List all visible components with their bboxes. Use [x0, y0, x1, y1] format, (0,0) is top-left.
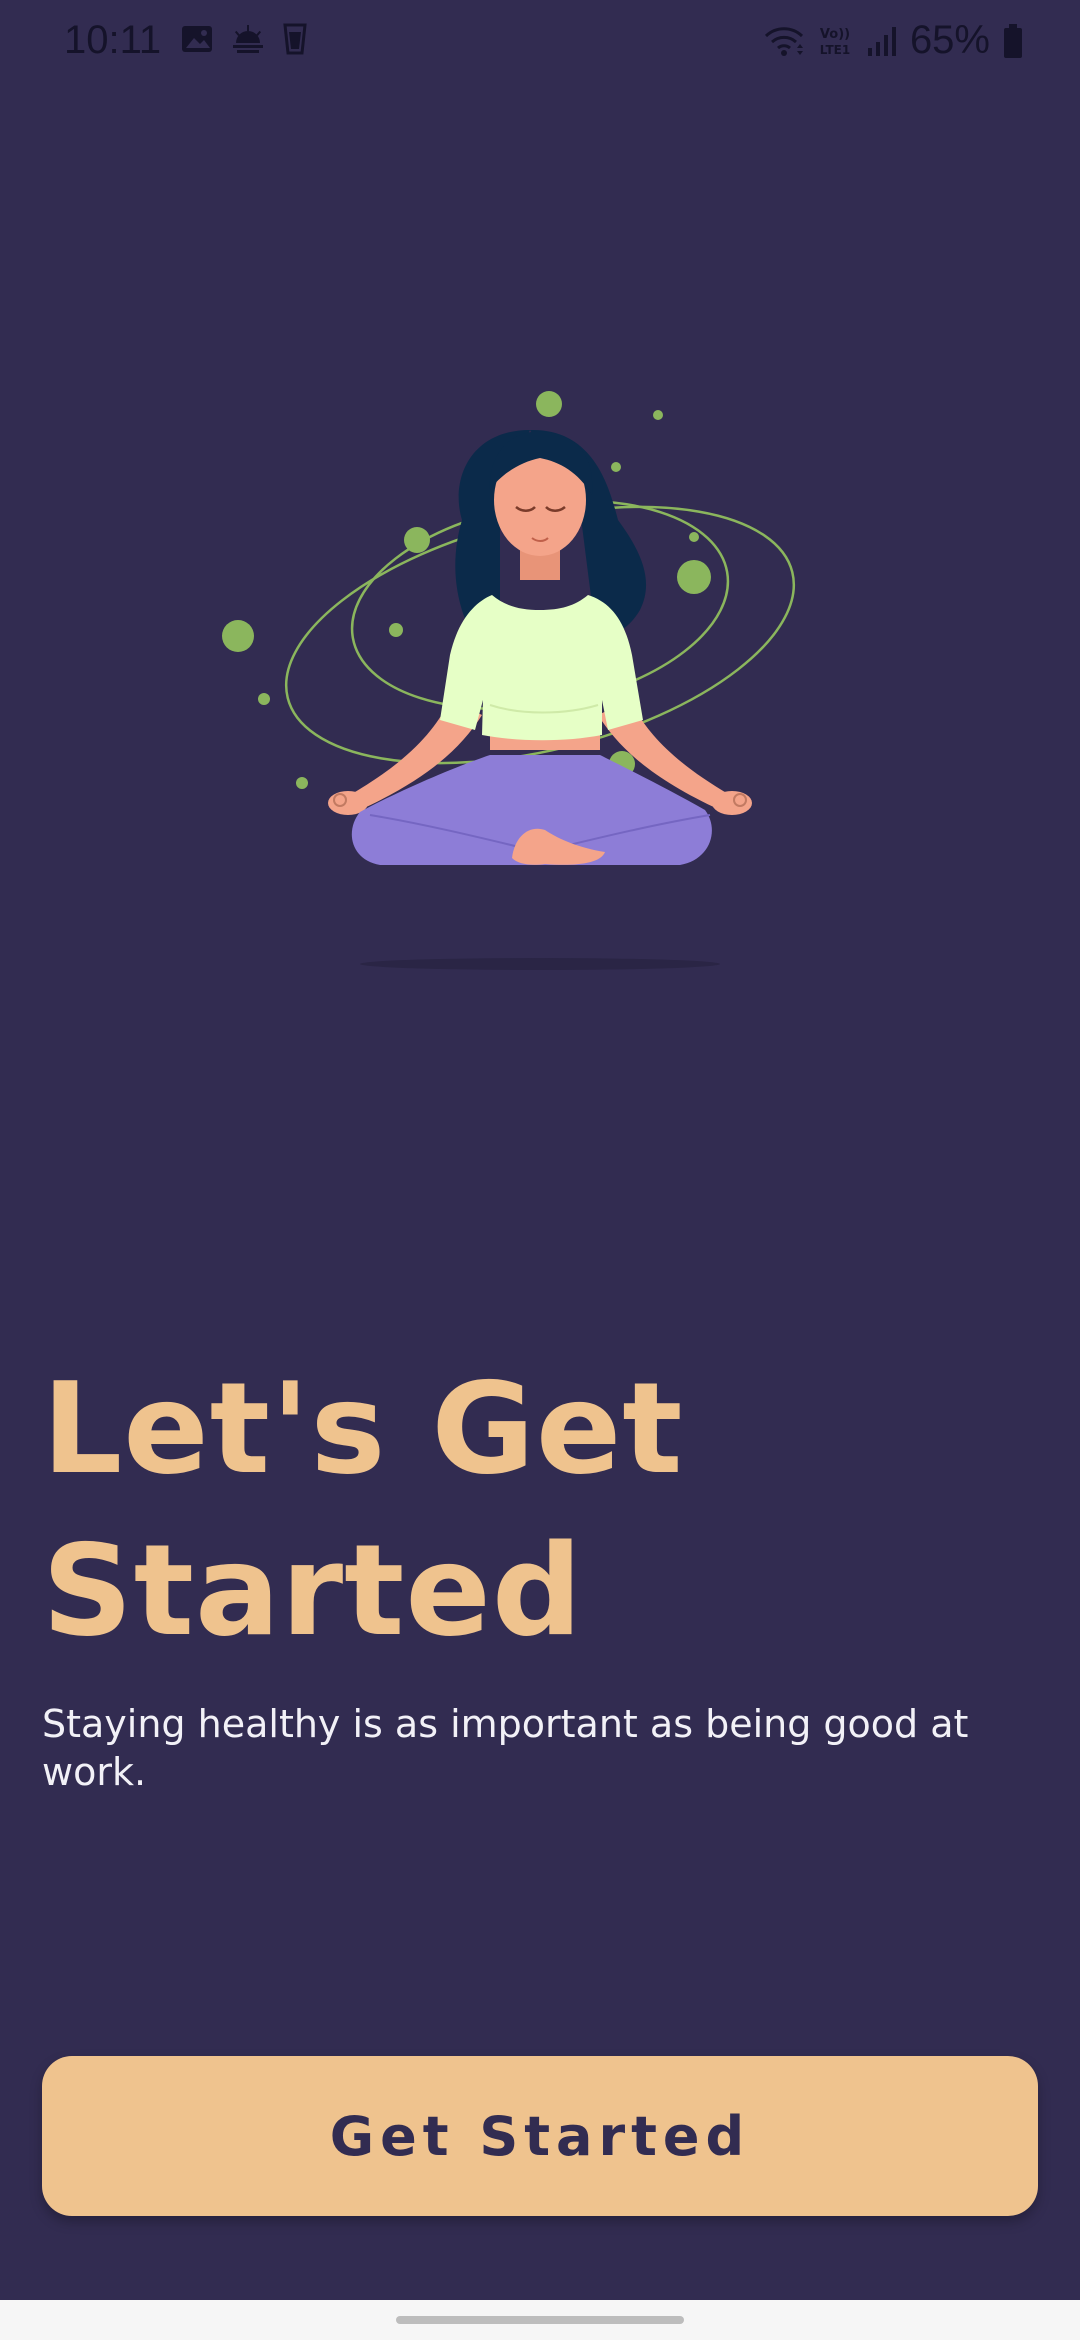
weather-icon — [233, 25, 263, 53]
image-icon — [182, 26, 212, 52]
status-bar: 10:11 Vo)) LTE1 65% — [0, 0, 1080, 84]
floating-dot — [536, 391, 562, 417]
floating-dot — [653, 410, 663, 420]
ground-shadow — [360, 958, 720, 970]
floating-dot — [222, 620, 254, 652]
floating-dot — [611, 462, 621, 472]
floating-dot — [258, 693, 270, 705]
floating-dot — [296, 777, 308, 789]
signal-icon — [867, 26, 896, 56]
battery-icon — [1004, 23, 1022, 58]
shirt — [440, 595, 643, 741]
floating-dot — [389, 623, 403, 637]
title-line-2: Started — [42, 1517, 584, 1664]
status-icons-left — [180, 22, 308, 56]
meditation-illustration — [222, 391, 796, 970]
status-icons-right: Vo)) LTE1 65% — [764, 18, 1024, 63]
floating-dot — [677, 560, 711, 594]
battery-percentage: 65% — [909, 18, 990, 62]
get-started-button[interactable]: Get Started — [42, 2056, 1038, 2216]
svg-text:LTE1: LTE1 — [820, 43, 850, 57]
svg-text:Vo)): Vo)) — [820, 27, 850, 42]
wifi-icon — [764, 26, 803, 56]
floating-dot — [689, 532, 699, 542]
subtitle: Staying healthy is as important as being… — [42, 1702, 969, 1794]
title-line-1: Let's Get — [42, 1355, 684, 1502]
cup-icon — [283, 23, 307, 55]
page-title: Let's Get Started — [42, 1348, 1002, 1672]
status-time: 10:11 — [64, 18, 162, 62]
floating-dot — [404, 527, 430, 553]
volte-icon: Vo)) LTE1 — [820, 27, 850, 57]
home-indicator[interactable] — [396, 2316, 684, 2324]
